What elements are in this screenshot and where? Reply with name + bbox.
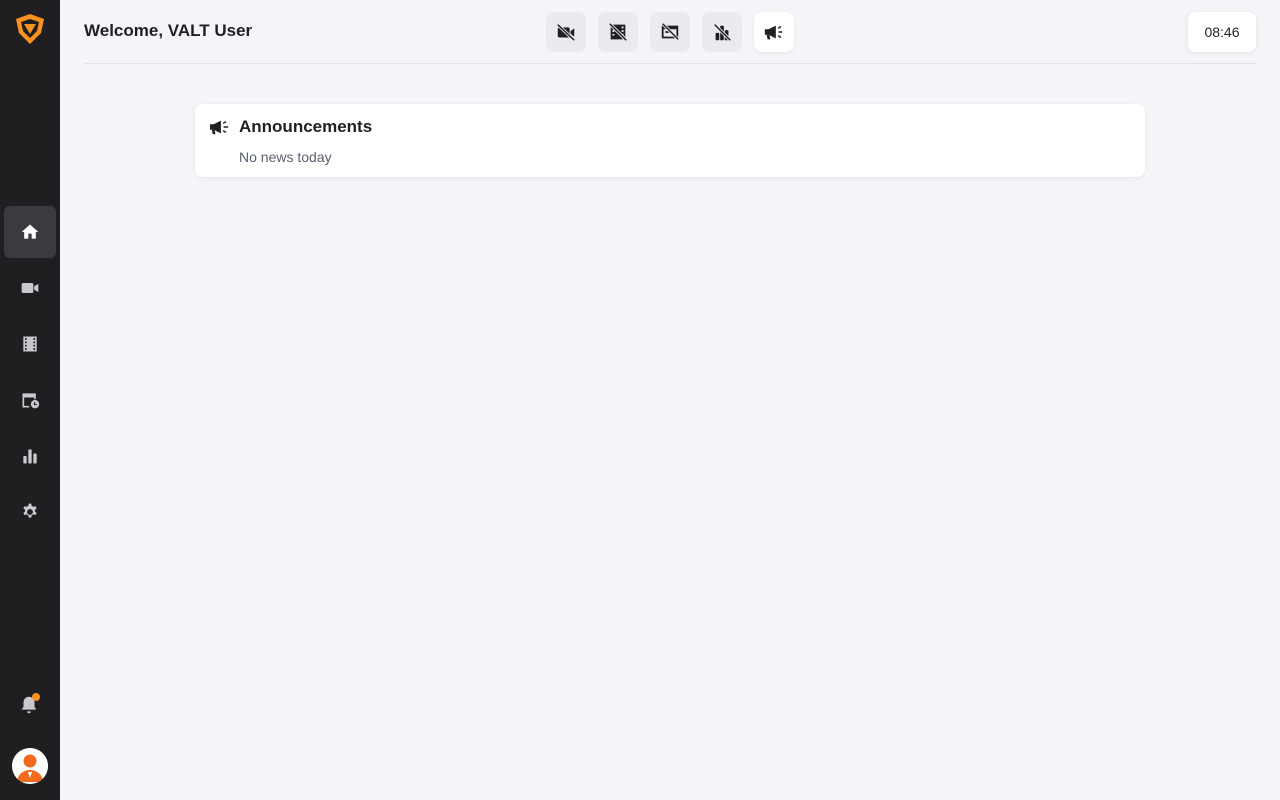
schedule-off-icon xyxy=(661,22,680,41)
sidebar-item-analytics[interactable] xyxy=(4,430,56,482)
sidebar-item-video[interactable] xyxy=(4,262,56,314)
megaphone-icon xyxy=(764,25,783,40)
schedule-icon xyxy=(22,393,40,409)
valt-logo[interactable] xyxy=(13,12,47,46)
camera-off-icon xyxy=(556,23,576,42)
recordings-status-button[interactable] xyxy=(598,12,638,52)
bar-chart-icon xyxy=(23,449,37,464)
analytics-status-button[interactable] xyxy=(702,12,742,52)
announcements-card: Announcements No news today xyxy=(195,104,1145,177)
user-avatar[interactable] xyxy=(12,748,48,784)
sidebar-item-recordings[interactable] xyxy=(4,318,56,370)
camera-status-button[interactable] xyxy=(546,12,586,52)
announcements-button[interactable] xyxy=(754,12,794,52)
gear-icon xyxy=(23,503,37,518)
sidebar xyxy=(0,0,60,800)
video-camera-icon xyxy=(21,283,39,293)
home-icon xyxy=(21,224,39,239)
stats-off-icon xyxy=(713,23,732,42)
sidebar-item-schedule[interactable] xyxy=(4,374,56,426)
clock: 08:46 xyxy=(1188,12,1256,52)
film-off-icon xyxy=(608,22,628,42)
schedule-status-button[interactable] xyxy=(650,12,690,52)
announcements-message: No news today xyxy=(239,149,332,165)
user-avatar-icon xyxy=(12,748,48,784)
notifications-button[interactable] xyxy=(18,693,42,718)
sidebar-item-home[interactable] xyxy=(4,206,56,258)
notification-indicator xyxy=(32,693,40,701)
announcements-title: Announcements xyxy=(239,117,373,136)
film-icon xyxy=(23,336,37,352)
welcome-message: Welcome, VALT User xyxy=(84,21,253,40)
header-divider xyxy=(84,63,1256,64)
sidebar-item-settings[interactable] xyxy=(4,486,56,538)
megaphone-icon xyxy=(210,120,229,135)
